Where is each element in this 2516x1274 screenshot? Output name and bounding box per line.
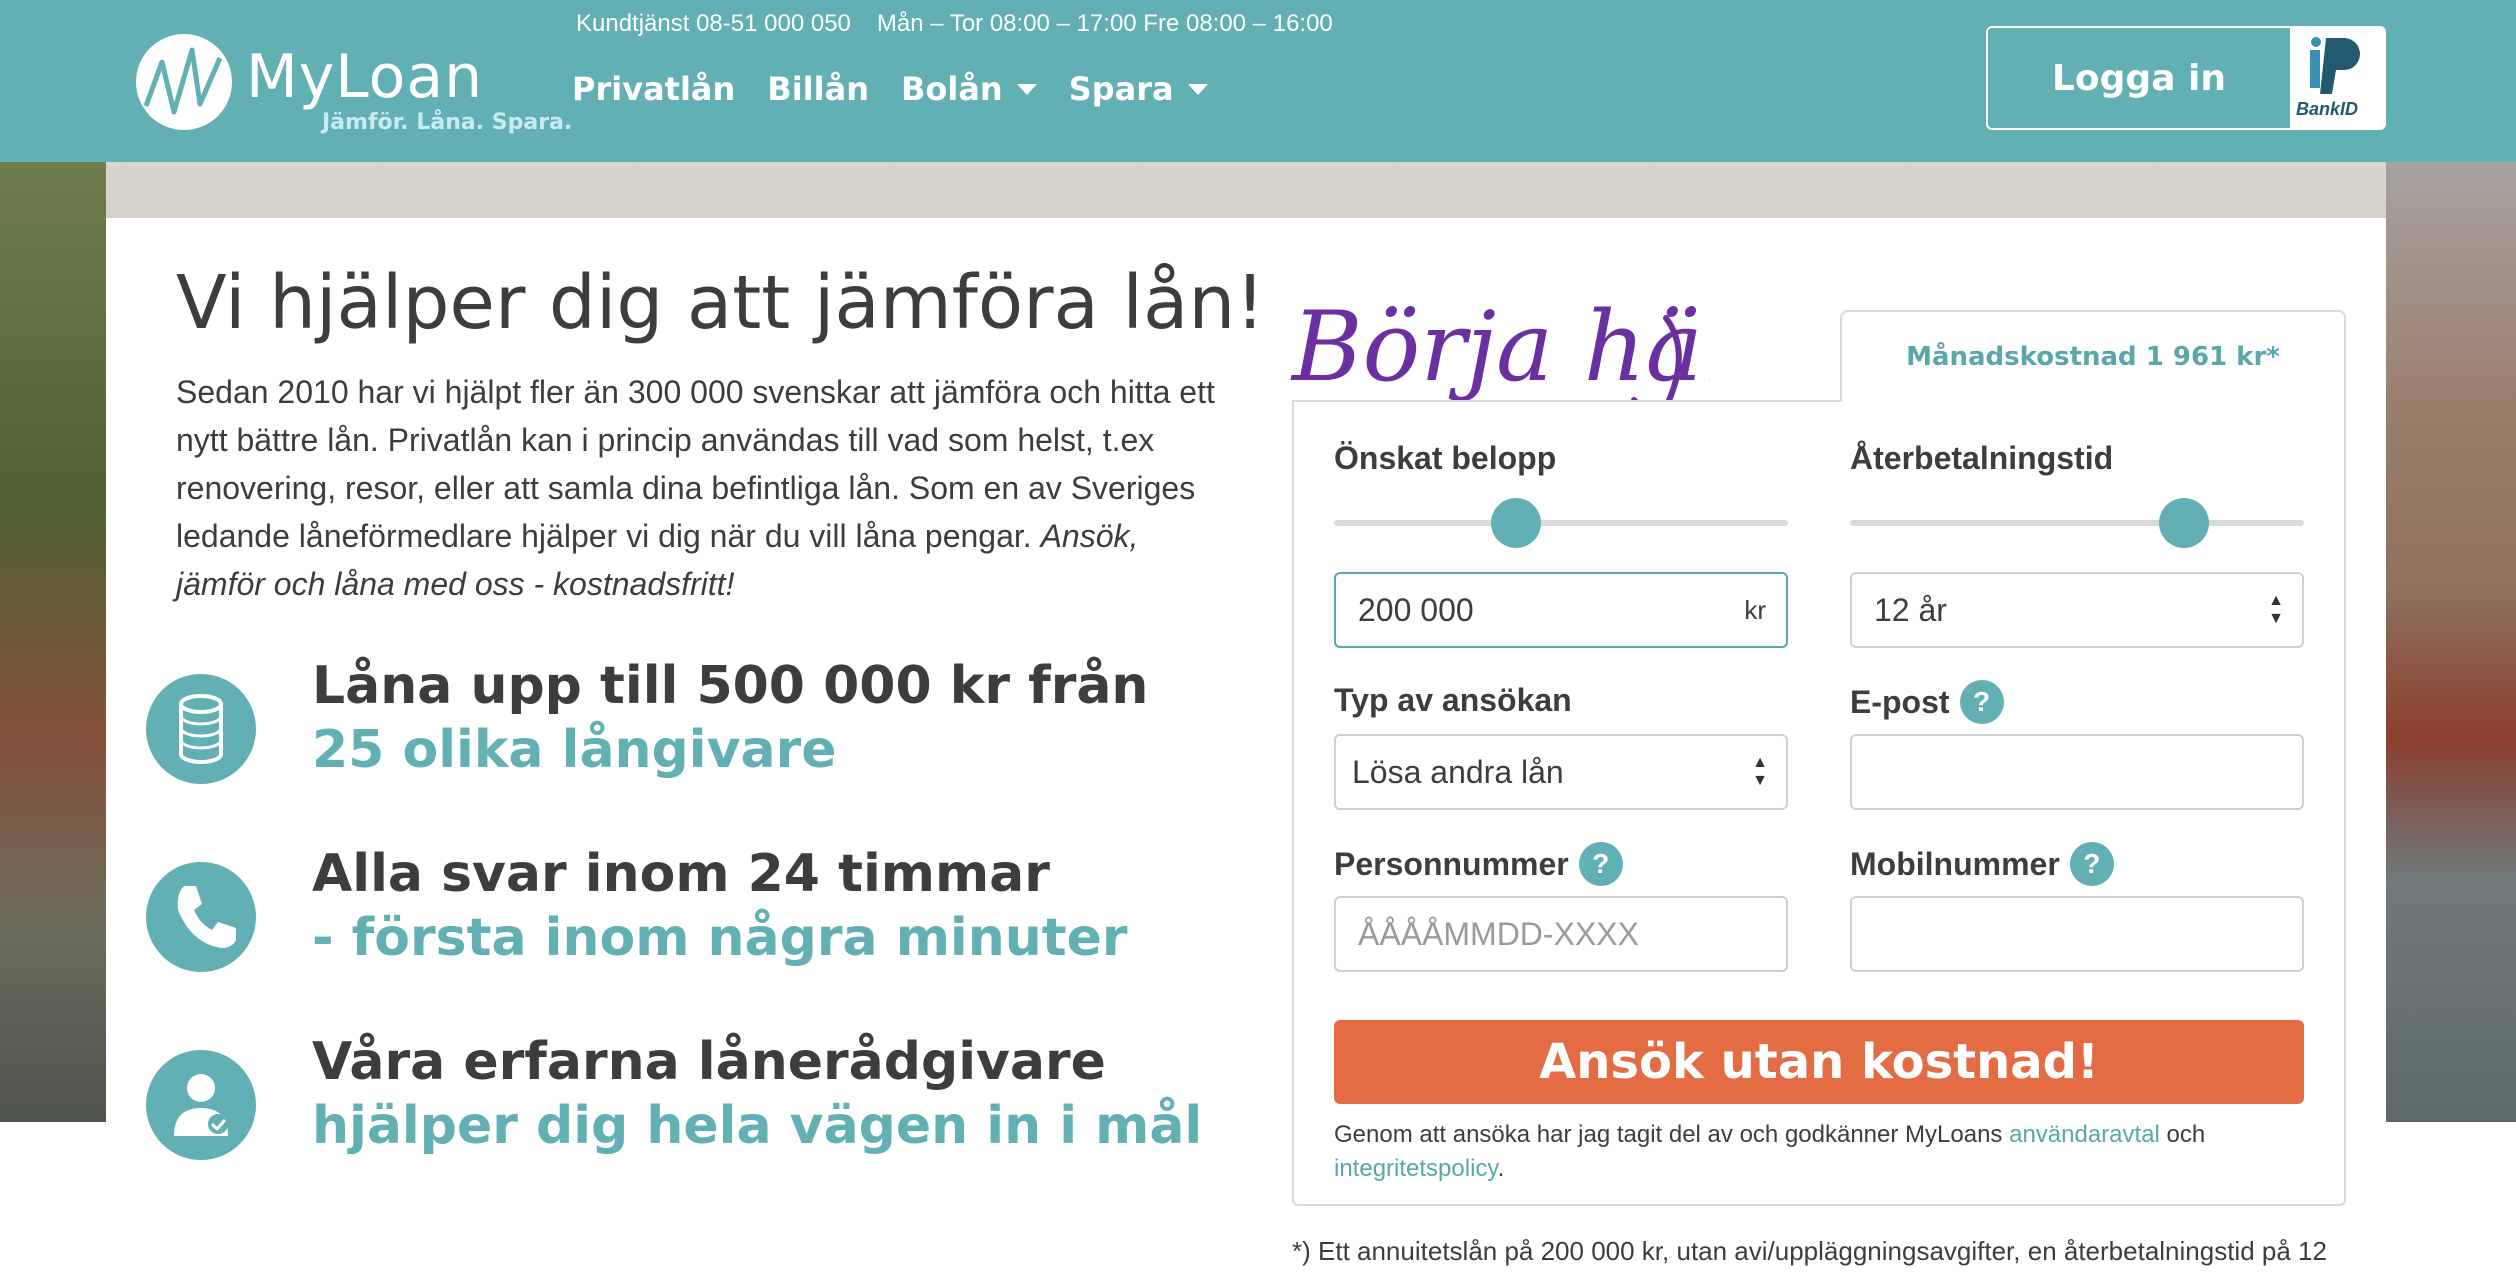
page-title: Vi hjälper dig att jämföra lån!: [176, 260, 1265, 346]
application-type-select[interactable]: Lösa andra lån ▲ ▼: [1334, 734, 1788, 810]
mobile-field[interactable]: [1850, 896, 2304, 972]
feature-subtitle: - första inom några minuter: [312, 908, 1128, 968]
feature-advisors: Våra erfarna lånerådgivare hjälper dig h…: [146, 1032, 1202, 1172]
brand-name: MyLoan: [246, 42, 484, 112]
help-icon[interactable]: ?: [2069, 842, 2114, 886]
term-slider[interactable]: [1850, 498, 2304, 548]
coins-icon: [146, 674, 256, 784]
feature-response-time: Alla svar inom 24 timmar - första inom n…: [146, 844, 1146, 984]
login-button[interactable]: Logga in BankID: [1986, 26, 2386, 130]
nav-item-privatlan[interactable]: Privatlån: [572, 70, 735, 108]
terms-text: Genom att ansöka har jag tagit del av oc…: [1334, 1121, 2206, 1182]
slider-track: [1334, 520, 1788, 526]
login-label: Logga in: [2051, 57, 2226, 99]
email-label: E-post?: [1850, 680, 2004, 724]
mobile-label: Mobilnummer?: [1850, 842, 2114, 886]
support-phone: Kundtjänst 08-51 000 050: [576, 10, 851, 37]
ssn-field[interactable]: ÅÅÅÅMMDD-XXXX: [1334, 896, 1788, 972]
currency-suffix: kr: [1744, 594, 1766, 625]
help-icon[interactable]: ?: [1578, 842, 1623, 886]
footnote: *) Ett annuitetslån på 200 000 kr, utan …: [1292, 1236, 2327, 1266]
amount-label: Önskat belopp: [1334, 440, 1557, 476]
amount-slider[interactable]: [1334, 498, 1788, 548]
type-label: Typ av ansökan: [1334, 682, 1572, 718]
feature-title: Alla svar inom 24 timmar: [312, 844, 1050, 904]
hero-background-trees: [0, 162, 106, 1122]
feature-subtitle: 25 olika långivare: [312, 720, 837, 780]
ssn-label: Personnummer?: [1334, 842, 1623, 886]
select-arrows-icon: ▲ ▼: [1752, 754, 1768, 789]
main-nav: Privatlån Billån Bolån Spara: [572, 70, 1208, 108]
apply-button[interactable]: Ansök utan kostnad!: [1334, 1020, 2304, 1104]
privacy-policy-link[interactable]: integritetspolicy: [1334, 1155, 1498, 1182]
feature-lenders: Låna upp till 500 000 kr från 25 olika l…: [146, 656, 1149, 796]
support-hours: Mån – Tor 08:00 – 17:00 Fre 08:00 – 16:0…: [876, 10, 1333, 37]
help-icon[interactable]: ?: [1959, 680, 2004, 724]
bankid-icon: BankID: [2290, 28, 2384, 128]
feature-title: Låna upp till 500 000 kr från: [312, 656, 1149, 716]
brand-logo[interactable]: MyLoan Jämför. Låna. Spara.: [136, 34, 572, 144]
term-label: Återbetalningstid: [1850, 440, 2114, 476]
feature-title: Våra erfarna lånerådgivare: [312, 1032, 1106, 1092]
tab-connector: [1842, 398, 2344, 404]
site-header: MyLoan Jämför. Låna. Spara. Kundtjänst 0…: [0, 0, 2516, 162]
nav-item-bolan[interactable]: Bolån: [901, 70, 1037, 108]
phone-icon: [146, 862, 256, 972]
tab-monthly-cost[interactable]: Månadskostnad 1 961 kr*: [1840, 310, 2346, 402]
hero-background-buildings: [2386, 162, 2516, 1122]
intro-text: Sedan 2010 har vi hjälpt fler än 300 000…: [176, 374, 1215, 602]
nav-item-spara[interactable]: Spara: [1069, 70, 1208, 108]
amount-input[interactable]: 200 000 kr: [1334, 572, 1788, 648]
brand-tagline: Jämför. Låna. Spara.: [322, 110, 573, 135]
svg-text:Börja här!: Börja här!: [1290, 291, 1710, 403]
slider-handle[interactable]: [2158, 498, 2209, 548]
advisor-icon: [146, 1050, 256, 1160]
support-info: Kundtjänst 08-51 000 050 Mån – Tor 08:00 …: [576, 10, 1333, 38]
feature-subtitle: hjälper dig hela vägen in i mål: [312, 1096, 1203, 1156]
logo-mark-icon: [136, 34, 232, 130]
email-field[interactable]: [1850, 734, 2304, 810]
select-arrows-icon: ▲ ▼: [2268, 592, 2284, 627]
nav-item-billan[interactable]: Billån: [767, 70, 869, 108]
term-select[interactable]: 12 år ▲ ▼: [1850, 572, 2304, 648]
caret-down-icon: [1187, 83, 1208, 95]
user-agreement-link[interactable]: användaravtal: [2009, 1121, 2160, 1148]
slider-track: [1850, 520, 2304, 526]
caret-down-icon: [1016, 83, 1037, 95]
bankid-label: BankID: [2296, 99, 2359, 119]
slider-handle[interactable]: [1490, 498, 1541, 548]
